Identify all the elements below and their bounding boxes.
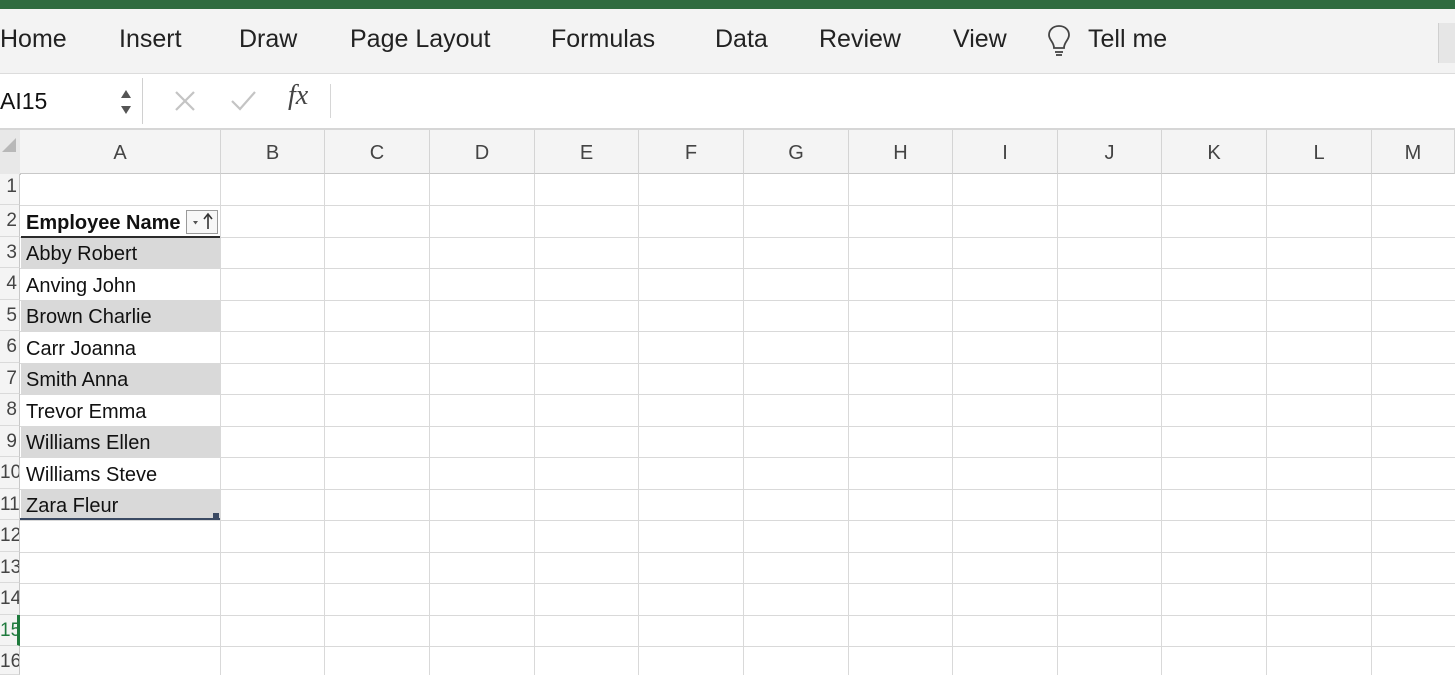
- row-header-10[interactable]: 10: [0, 457, 20, 489]
- grid-line: [324, 174, 325, 675]
- tab-page-layout[interactable]: Page Layout: [350, 25, 490, 54]
- tab-insert[interactable]: Insert: [119, 25, 182, 54]
- grid-line: [848, 174, 849, 675]
- grid-line: [429, 174, 430, 675]
- row-header-5[interactable]: 5: [0, 300, 20, 331]
- table-cell-a7[interactable]: Smith Anna: [26, 369, 128, 392]
- grid-line: [20, 426, 1455, 427]
- grid-line: [20, 363, 1455, 364]
- table-cell-a9[interactable]: Williams Ellen: [26, 432, 150, 455]
- row-header-15-active[interactable]: 15: [0, 615, 20, 646]
- grid-line: [20, 457, 1455, 458]
- tab-draw[interactable]: Draw: [239, 25, 297, 54]
- grid-line: [20, 646, 1455, 647]
- table-cell-a10[interactable]: Williams Steve: [26, 464, 157, 487]
- row-header-14[interactable]: 14: [0, 583, 20, 615]
- row-header-4[interactable]: 4: [0, 268, 20, 300]
- formula-separator: [330, 84, 331, 118]
- tab-view[interactable]: View: [953, 25, 1007, 54]
- worksheet-grid[interactable]: A B C D E F G H I J K L M 1 2 3 4 5 6 7 …: [0, 130, 1455, 675]
- table-cell-a6[interactable]: Carr Joanna: [26, 338, 136, 361]
- grid-line: [20, 205, 1455, 206]
- row-header-6[interactable]: 6: [0, 331, 20, 363]
- grid-line: [20, 331, 1455, 332]
- grid-line: [20, 615, 1455, 616]
- name-box-input[interactable]: [0, 86, 110, 116]
- formula-input[interactable]: [340, 84, 1444, 120]
- ribbon: Home Insert Draw Page Layout Formulas Da…: [0, 9, 1455, 74]
- row-header-12[interactable]: 12: [0, 520, 20, 552]
- column-header-m[interactable]: M: [1372, 130, 1455, 174]
- table-cell-a8[interactable]: Trevor Emma: [26, 401, 146, 424]
- table-cell-a3[interactable]: Abby Robert: [26, 243, 137, 266]
- table-resize-handle[interactable]: [213, 513, 219, 519]
- insert-function-icon[interactable]: fx: [288, 80, 308, 112]
- grid-line: [1266, 174, 1267, 675]
- tell-me-search[interactable]: Tell me: [1088, 25, 1167, 54]
- lightbulb-icon[interactable]: [1045, 23, 1073, 59]
- tab-review[interactable]: Review: [819, 25, 901, 54]
- name-box-spinner-icon[interactable]: [118, 84, 134, 120]
- grid-line: [20, 394, 1455, 395]
- column-header-k[interactable]: K: [1162, 130, 1267, 174]
- column-header-f[interactable]: F: [639, 130, 744, 174]
- column-header-g[interactable]: G: [744, 130, 849, 174]
- row-header-13[interactable]: 13: [0, 552, 20, 583]
- formula-bar: fx: [0, 74, 1455, 130]
- table-header-employee-name[interactable]: Employee Name: [26, 212, 181, 235]
- column-header-i[interactable]: I: [953, 130, 1058, 174]
- row-header-8[interactable]: 8: [0, 394, 20, 426]
- grid-line: [20, 552, 1455, 553]
- grid-line: [20, 489, 1455, 490]
- grid-line: [743, 174, 744, 675]
- column-header-d[interactable]: D: [430, 130, 535, 174]
- table-header-underline: [21, 236, 220, 238]
- tab-home[interactable]: Home: [0, 25, 67, 54]
- select-all-corner[interactable]: [0, 130, 21, 175]
- column-header-a[interactable]: A: [20, 130, 221, 174]
- grid-line: [1161, 174, 1162, 675]
- grid-line: [952, 174, 953, 675]
- grid-line: [1371, 174, 1372, 675]
- grid-line: [1057, 174, 1058, 675]
- ribbon-collapse-edge[interactable]: [1438, 23, 1455, 63]
- grid-line: [220, 174, 221, 675]
- table-cell-a5[interactable]: Brown Charlie: [26, 306, 152, 329]
- tab-data[interactable]: Data: [715, 25, 768, 54]
- enter-check-icon[interactable]: [228, 86, 258, 116]
- column-header-c[interactable]: C: [325, 130, 430, 174]
- row-header-2[interactable]: 2: [0, 205, 20, 237]
- row-header-3[interactable]: 3: [0, 237, 20, 268]
- grid-line: [20, 300, 1455, 301]
- grid-line: [20, 583, 1455, 584]
- grid-line: [638, 174, 639, 675]
- column-header-e[interactable]: E: [535, 130, 639, 174]
- row-header-7[interactable]: 7: [0, 363, 20, 394]
- column-header-j[interactable]: J: [1058, 130, 1162, 174]
- column-header-l[interactable]: L: [1267, 130, 1372, 174]
- column-header-h[interactable]: H: [849, 130, 953, 174]
- grid-line: [20, 237, 1455, 238]
- row-header-11[interactable]: 11: [0, 489, 20, 520]
- title-strip: [0, 0, 1455, 9]
- grid-line: [534, 174, 535, 675]
- row-header-16[interactable]: 16: [0, 646, 20, 675]
- name-box[interactable]: [0, 78, 143, 124]
- sort-ascending-filter-icon: [193, 212, 213, 229]
- row-header-9[interactable]: 9: [0, 426, 20, 457]
- tab-formulas[interactable]: Formulas: [551, 25, 655, 54]
- select-all-triangle-icon: [2, 138, 16, 152]
- table-cell-a11[interactable]: Zara Fleur: [26, 495, 118, 518]
- row-header-1[interactable]: 1: [0, 174, 20, 205]
- column-header-b[interactable]: B: [221, 130, 325, 174]
- table-cell-a4[interactable]: Anving John: [26, 275, 136, 298]
- grid-line: [20, 268, 1455, 269]
- cancel-icon[interactable]: [170, 86, 200, 116]
- sort-filter-button[interactable]: [186, 210, 218, 234]
- grid-line: [20, 520, 1455, 521]
